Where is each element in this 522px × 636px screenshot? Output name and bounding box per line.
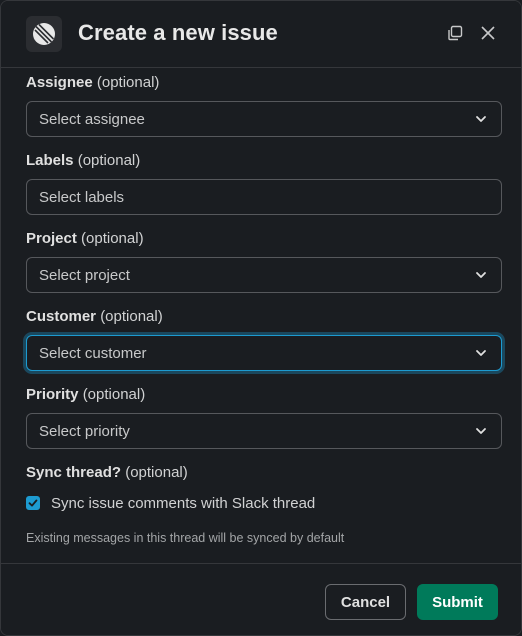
check-icon bbox=[28, 499, 38, 507]
project-select[interactable]: Select project bbox=[26, 257, 502, 293]
expand-window-icon[interactable] bbox=[444, 22, 466, 44]
chevron-down-icon bbox=[476, 350, 486, 356]
create-issue-modal: Create a new issue Assignee (optional) S… bbox=[0, 0, 522, 636]
sync-label: Sync thread? (optional) bbox=[26, 464, 188, 481]
labels-label: Labels (optional) bbox=[26, 152, 140, 169]
customer-optional: (optional) bbox=[100, 308, 163, 325]
submit-button[interactable]: Submit bbox=[417, 584, 498, 620]
labels-select[interactable]: Select labels bbox=[26, 179, 502, 215]
modal-footer: Cancel Submit bbox=[1, 563, 521, 635]
customer-label-text: Customer bbox=[26, 308, 97, 325]
customer-select[interactable]: Select customer bbox=[26, 335, 502, 371]
project-placeholder: Select project bbox=[39, 266, 130, 284]
project-optional: (optional) bbox=[81, 230, 144, 247]
priority-placeholder: Select priority bbox=[39, 422, 130, 440]
labels-optional: (optional) bbox=[77, 152, 141, 169]
sync-checkbox-row[interactable]: Sync issue comments with Slack thread bbox=[26, 493, 315, 513]
cancel-button[interactable]: Cancel bbox=[325, 584, 406, 620]
customer-placeholder: Select customer bbox=[39, 344, 147, 362]
chevron-down-icon bbox=[476, 428, 486, 434]
linear-logo-icon bbox=[26, 16, 62, 52]
chevron-down-icon bbox=[476, 272, 486, 278]
assignee-label: Assignee (optional) bbox=[26, 74, 159, 91]
project-label: Project (optional) bbox=[26, 230, 144, 247]
modal-title: Create a new issue bbox=[78, 20, 278, 45]
assignee-placeholder: Select assignee bbox=[39, 110, 145, 128]
labels-placeholder: Select labels bbox=[39, 188, 125, 206]
modal-header: Create a new issue bbox=[1, 1, 521, 68]
chevron-down-icon bbox=[476, 116, 486, 122]
project-label-text: Project bbox=[26, 230, 77, 247]
sync-checkbox-label[interactable]: Sync issue comments with Slack thread bbox=[51, 495, 315, 512]
assignee-optional: (optional) bbox=[96, 74, 160, 91]
priority-label-text: Priority bbox=[26, 386, 79, 403]
assignee-label-text: Assignee bbox=[26, 74, 93, 91]
sync-checkbox[interactable] bbox=[26, 496, 40, 510]
priority-optional: (optional) bbox=[82, 386, 146, 403]
sync-optional: (optional) bbox=[125, 464, 188, 481]
assignee-select[interactable]: Select assignee bbox=[26, 101, 502, 137]
labels-label-text: Labels bbox=[26, 152, 74, 169]
priority-label: Priority (optional) bbox=[26, 386, 145, 403]
priority-select[interactable]: Select priority bbox=[26, 413, 502, 449]
modal-body: Assignee (optional) Select assignee Labe… bbox=[1, 69, 521, 564]
sync-hint: Existing messages in this thread will be… bbox=[26, 531, 345, 545]
sync-label-text: Sync thread? bbox=[26, 464, 122, 481]
customer-label: Customer (optional) bbox=[26, 308, 163, 325]
close-icon[interactable] bbox=[477, 22, 499, 44]
